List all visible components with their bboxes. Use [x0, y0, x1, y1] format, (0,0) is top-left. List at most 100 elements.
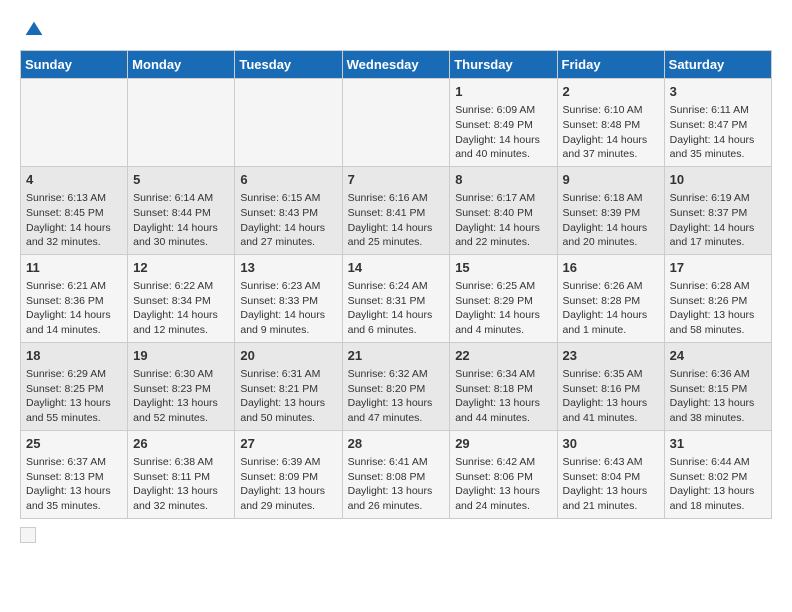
calendar-row-3: 18Sunrise: 6:29 AM Sunset: 8:25 PM Dayli…	[21, 342, 772, 430]
day-number: 4	[26, 171, 122, 189]
page-header	[20, 20, 772, 40]
header-day-friday: Friday	[557, 51, 664, 79]
day-number: 8	[455, 171, 551, 189]
day-number: 2	[563, 83, 659, 101]
calendar-cell	[235, 79, 342, 167]
calendar-cell: 23 Sunrise: 6:35 AM Sunset: 8:16 PM Dayli…	[557, 342, 664, 430]
day-info: Sunrise: 6:17 AM Sunset: 8:40 PM Dayligh…	[455, 191, 551, 250]
day-info: Sunrise: 6:35 AM Sunset: 8:16 PM Dayligh…	[563, 367, 659, 426]
calendar-cell: 9 Sunrise: 6:18 AM Sunset: 8:39 PM Daylig…	[557, 166, 664, 254]
day-number: 16	[563, 259, 659, 277]
calendar-cell	[128, 79, 235, 167]
day-number: 13	[240, 259, 336, 277]
day-number: 17	[670, 259, 766, 277]
calendar-cell	[342, 79, 450, 167]
header-day-saturday: Saturday	[664, 51, 771, 79]
day-info: Sunrise: 6:26 AM Sunset: 8:28 PM Dayligh…	[563, 279, 659, 338]
day-number: 1	[455, 83, 551, 101]
calendar-cell: 13 Sunrise: 6:23 AM Sunset: 8:33 PM Dayli…	[235, 254, 342, 342]
calendar-cell: 4 Sunrise: 6:13 AM Sunset: 8:45 PM Daylig…	[21, 166, 128, 254]
day-info: Sunrise: 6:32 AM Sunset: 8:20 PM Dayligh…	[348, 367, 445, 426]
day-info: Sunrise: 6:15 AM Sunset: 8:43 PM Dayligh…	[240, 191, 336, 250]
calendar-row-1: 4 Sunrise: 6:13 AM Sunset: 8:45 PM Daylig…	[21, 166, 772, 254]
day-number: 24	[670, 347, 766, 365]
day-info: Sunrise: 6:11 AM Sunset: 8:47 PM Dayligh…	[670, 103, 766, 162]
day-info: Sunrise: 6:38 AM Sunset: 8:11 PM Dayligh…	[133, 455, 229, 514]
day-number: 15	[455, 259, 551, 277]
calendar-cell: 8 Sunrise: 6:17 AM Sunset: 8:40 PM Daylig…	[450, 166, 557, 254]
header-day-monday: Monday	[128, 51, 235, 79]
calendar-cell: 25Sunrise: 6:37 AM Sunset: 8:13 PM Dayli…	[21, 430, 128, 518]
day-info: Sunrise: 6:28 AM Sunset: 8:26 PM Dayligh…	[670, 279, 766, 338]
day-info: Sunrise: 6:30 AM Sunset: 8:23 PM Dayligh…	[133, 367, 229, 426]
calendar-cell: 3 Sunrise: 6:11 AM Sunset: 8:47 PM Daylig…	[664, 79, 771, 167]
day-number: 7	[348, 171, 445, 189]
calendar-cell: 16 Sunrise: 6:26 AM Sunset: 8:28 PM Dayli…	[557, 254, 664, 342]
day-number: 19	[133, 347, 229, 365]
calendar-body: 1 Sunrise: 6:09 AM Sunset: 8:49 PM Daylig…	[21, 79, 772, 519]
day-info: Sunrise: 6:31 AM Sunset: 8:21 PM Dayligh…	[240, 367, 336, 426]
calendar-cell: 19 Sunrise: 6:30 AM Sunset: 8:23 PM Dayli…	[128, 342, 235, 430]
day-number: 28	[348, 435, 445, 453]
calendar-cell: 18Sunrise: 6:29 AM Sunset: 8:25 PM Dayli…	[21, 342, 128, 430]
calendar-cell: 2 Sunrise: 6:10 AM Sunset: 8:48 PM Daylig…	[557, 79, 664, 167]
calendar-cell: 5 Sunrise: 6:14 AM Sunset: 8:44 PM Daylig…	[128, 166, 235, 254]
calendar-cell: 21 Sunrise: 6:32 AM Sunset: 8:20 PM Dayli…	[342, 342, 450, 430]
day-info: Sunrise: 6:23 AM Sunset: 8:33 PM Dayligh…	[240, 279, 336, 338]
day-info: Sunrise: 6:43 AM Sunset: 8:04 PM Dayligh…	[563, 455, 659, 514]
calendar-row-4: 25Sunrise: 6:37 AM Sunset: 8:13 PM Dayli…	[21, 430, 772, 518]
calendar-cell: 26 Sunrise: 6:38 AM Sunset: 8:11 PM Dayli…	[128, 430, 235, 518]
day-number: 6	[240, 171, 336, 189]
calendar-cell: 28 Sunrise: 6:41 AM Sunset: 8:08 PM Dayli…	[342, 430, 450, 518]
calendar-cell: 14Sunrise: 6:24 AM Sunset: 8:31 PM Dayli…	[342, 254, 450, 342]
day-info: Sunrise: 6:18 AM Sunset: 8:39 PM Dayligh…	[563, 191, 659, 250]
day-info: Sunrise: 6:37 AM Sunset: 8:13 PM Dayligh…	[26, 455, 122, 514]
day-info: Sunrise: 6:44 AM Sunset: 8:02 PM Dayligh…	[670, 455, 766, 514]
day-info: Sunrise: 6:19 AM Sunset: 8:37 PM Dayligh…	[670, 191, 766, 250]
calendar-cell: 10 Sunrise: 6:19 AM Sunset: 8:37 PM Dayli…	[664, 166, 771, 254]
calendar-cell: 27Sunrise: 6:39 AM Sunset: 8:09 PM Dayli…	[235, 430, 342, 518]
day-info: Sunrise: 6:22 AM Sunset: 8:34 PM Dayligh…	[133, 279, 229, 338]
day-info: Sunrise: 6:21 AM Sunset: 8:36 PM Dayligh…	[26, 279, 122, 338]
day-info: Sunrise: 6:09 AM Sunset: 8:49 PM Dayligh…	[455, 103, 551, 162]
day-number: 10	[670, 171, 766, 189]
day-number: 22	[455, 347, 551, 365]
day-info: Sunrise: 6:16 AM Sunset: 8:41 PM Dayligh…	[348, 191, 445, 250]
day-number: 20	[240, 347, 336, 365]
day-number: 21	[348, 347, 445, 365]
day-info: Sunrise: 6:13 AM Sunset: 8:45 PM Dayligh…	[26, 191, 122, 250]
day-number: 12	[133, 259, 229, 277]
day-info: Sunrise: 6:25 AM Sunset: 8:29 PM Dayligh…	[455, 279, 551, 338]
day-info: Sunrise: 6:14 AM Sunset: 8:44 PM Dayligh…	[133, 191, 229, 250]
calendar-row-0: 1 Sunrise: 6:09 AM Sunset: 8:49 PM Daylig…	[21, 79, 772, 167]
calendar-cell	[21, 79, 128, 167]
calendar-table: SundayMondayTuesdayWednesdayThursdayFrid…	[20, 50, 772, 519]
day-number: 9	[563, 171, 659, 189]
calendar-row-2: 11Sunrise: 6:21 AM Sunset: 8:36 PM Dayli…	[21, 254, 772, 342]
day-info: Sunrise: 6:42 AM Sunset: 8:06 PM Dayligh…	[455, 455, 551, 514]
header-day-thursday: Thursday	[450, 51, 557, 79]
header-day-sunday: Sunday	[21, 51, 128, 79]
logo-icon	[24, 20, 44, 40]
calendar-header: SundayMondayTuesdayWednesdayThursdayFrid…	[21, 51, 772, 79]
day-info: Sunrise: 6:24 AM Sunset: 8:31 PM Dayligh…	[348, 279, 445, 338]
calendar-cell: 31 Sunrise: 6:44 AM Sunset: 8:02 PM Dayli…	[664, 430, 771, 518]
calendar-cell: 6 Sunrise: 6:15 AM Sunset: 8:43 PM Daylig…	[235, 166, 342, 254]
day-number: 31	[670, 435, 766, 453]
day-number: 23	[563, 347, 659, 365]
day-info: Sunrise: 6:41 AM Sunset: 8:08 PM Dayligh…	[348, 455, 445, 514]
day-info: Sunrise: 6:29 AM Sunset: 8:25 PM Dayligh…	[26, 367, 122, 426]
calendar-cell: 30Sunrise: 6:43 AM Sunset: 8:04 PM Dayli…	[557, 430, 664, 518]
day-info: Sunrise: 6:10 AM Sunset: 8:48 PM Dayligh…	[563, 103, 659, 162]
day-number: 26	[133, 435, 229, 453]
day-number: 27	[240, 435, 336, 453]
calendar-cell: 24Sunrise: 6:36 AM Sunset: 8:15 PM Dayli…	[664, 342, 771, 430]
day-info: Sunrise: 6:34 AM Sunset: 8:18 PM Dayligh…	[455, 367, 551, 426]
header-day-wednesday: Wednesday	[342, 51, 450, 79]
day-number: 3	[670, 83, 766, 101]
calendar-cell: 15 Sunrise: 6:25 AM Sunset: 8:29 PM Dayli…	[450, 254, 557, 342]
calendar-cell: 12 Sunrise: 6:22 AM Sunset: 8:34 PM Dayli…	[128, 254, 235, 342]
calendar-cell: 29Sunrise: 6:42 AM Sunset: 8:06 PM Dayli…	[450, 430, 557, 518]
calendar-cell: 1 Sunrise: 6:09 AM Sunset: 8:49 PM Daylig…	[450, 79, 557, 167]
day-number: 5	[133, 171, 229, 189]
